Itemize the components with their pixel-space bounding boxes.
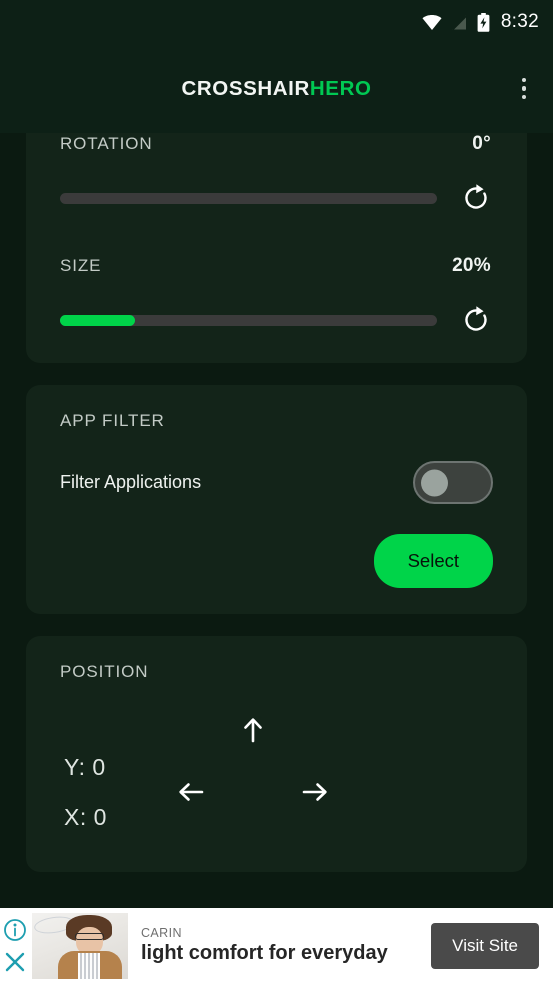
ad-visit-site-button[interactable]: Visit Site: [431, 922, 539, 969]
arrow-right-icon[interactable]: [293, 770, 337, 814]
size-header: SIZE 20%: [60, 255, 493, 277]
position-y-value: Y: 0: [64, 754, 106, 780]
controls-card: ROTATION 0° SIZE 20%: [26, 133, 527, 363]
size-slider[interactable]: [60, 314, 437, 326]
rotation-value: 0°: [472, 133, 491, 154]
app-title-primary: CROSSHAIR: [181, 76, 310, 100]
ad-brand: CARIN: [141, 926, 182, 940]
rotation-control: ROTATION 0°: [60, 133, 493, 215]
position-card: POSITION Y: 0 X: 0: [26, 636, 527, 872]
ad-headline: light comfort for everyday: [141, 942, 388, 964]
battery-charging-icon: [477, 12, 490, 32]
arrow-up-icon[interactable]: [231, 708, 275, 752]
rotation-slider-row: [60, 181, 493, 215]
size-slider-fill: [60, 314, 136, 326]
size-control: SIZE 20%: [60, 255, 493, 337]
rotation-reset-icon[interactable]: [459, 181, 493, 215]
toggle-knob: [421, 469, 448, 496]
ad-banner[interactable]: CARIN light comfort for everyday Visit S…: [0, 908, 553, 983]
rotation-slider[interactable]: [60, 192, 437, 204]
size-value: 20%: [452, 255, 491, 276]
ad-thumbnail: [32, 912, 128, 979]
rotation-label: ROTATION: [60, 134, 153, 153]
dot: [521, 86, 527, 91]
app-title-accent: HERO: [309, 76, 372, 100]
select-button-row: Select: [60, 534, 493, 588]
dot: [521, 94, 527, 100]
overflow-menu-icon[interactable]: [503, 68, 545, 110]
wifi-icon: [422, 14, 442, 30]
ad-text: CARIN light comfort for everyday: [128, 926, 431, 965]
filter-applications-label: Filter Applications: [60, 472, 202, 492]
filter-applications-row: Filter Applications: [60, 461, 493, 504]
rotation-header: ROTATION 0°: [60, 133, 493, 155]
settings-scroll-area[interactable]: ROTATION 0° SIZE 20% APP FILTER Filter A…: [0, 133, 553, 908]
app-screen: 8:32 CROSSHAIRHERO ROTATION 0° SIZE 20% …: [0, 0, 553, 983]
app-bar: CROSSHAIRHERO: [0, 44, 553, 133]
select-apps-button[interactable]: Select: [373, 534, 493, 588]
arrow-left-icon[interactable]: [169, 770, 213, 814]
dot: [521, 77, 527, 83]
size-slider-row: [60, 303, 493, 337]
app-title: CROSSHAIRHERO: [181, 77, 371, 101]
ad-close-icon[interactable]: [2, 949, 28, 975]
position-title: POSITION: [60, 662, 149, 681]
ad-info-icon[interactable]: [2, 917, 28, 943]
ad-controls: [2, 917, 28, 975]
status-bar: 8:32: [0, 0, 553, 44]
position-dpad: [107, 708, 493, 838]
app-filter-card: APP FILTER Filter Applications Select: [26, 385, 527, 614]
position-values: Y: 0 X: 0: [60, 708, 107, 842]
size-label: SIZE: [60, 256, 102, 275]
filter-applications-toggle[interactable]: [413, 461, 493, 504]
model-glasses: [75, 932, 104, 940]
size-reset-icon[interactable]: [459, 303, 493, 337]
status-time: 8:32: [500, 11, 539, 32]
model-shirt: [78, 952, 100, 979]
signal-off-icon: [451, 14, 468, 31]
position-x-value: X: 0: [64, 804, 107, 830]
position-body: Y: 0 X: 0: [60, 708, 493, 842]
app-filter-title: APP FILTER: [60, 411, 165, 430]
